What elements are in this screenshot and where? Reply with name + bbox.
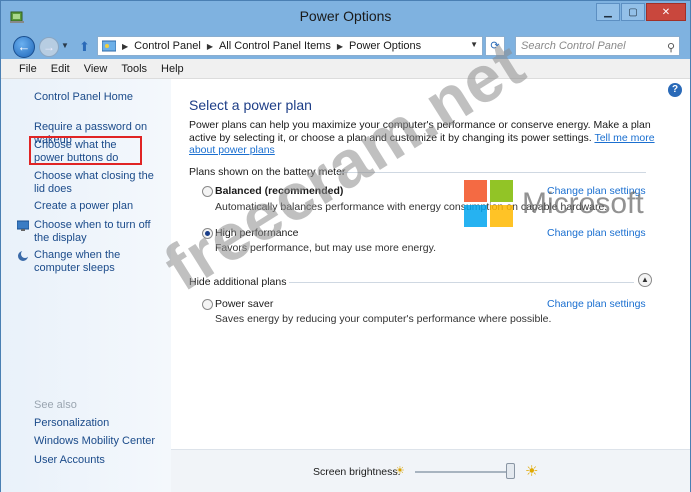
menu-file[interactable]: File (19, 63, 37, 75)
plan-name-power-saver[interactable]: Power saver (215, 298, 273, 310)
plan-desc-power-saver: Saves energy by reducing your computer's… (215, 313, 552, 325)
balanced-radio[interactable] (202, 186, 213, 197)
window-title: Power Options (299, 8, 392, 24)
microsoft-logo-icon (464, 180, 516, 230)
brightness-slider-thumb[interactable] (505, 463, 515, 479)
display-shield-icon (17, 220, 29, 231)
sidebar-computer-sleeps[interactable]: Change when the computer sleeps (34, 249, 159, 275)
window-controls: ▁ ▢ ✕ (596, 3, 686, 21)
title-bar: Power Options ▁ ▢ ✕ (1, 1, 690, 33)
dim-sun-icon: ☀ (395, 465, 405, 477)
page-title: Select a power plan (189, 97, 312, 113)
breadcrumb-all-items[interactable]: All Control Panel Items (219, 40, 331, 52)
close-button[interactable]: ✕ (646, 3, 686, 21)
sidebar-personalization[interactable]: Personalization (34, 417, 166, 430)
back-button[interactable]: ← (13, 36, 35, 58)
breadcrumb-power-options[interactable]: Power Options (349, 40, 421, 52)
sidebar: Control Panel Home Require a password on… (1, 79, 171, 492)
highlight-box (29, 136, 142, 165)
sidebar-mobility-center[interactable]: Windows Mobility Center (34, 435, 166, 448)
breadcrumb-separator-icon: ▶ (122, 41, 129, 51)
breadcrumb-separator-icon: ▶ (336, 41, 344, 51)
section-divider (289, 282, 634, 283)
maximize-button[interactable]: ▢ (621, 3, 645, 21)
sidebar-control-panel-home[interactable]: Control Panel Home (34, 91, 166, 104)
change-plan-settings-power-saver[interactable]: Change plan settings (547, 298, 646, 310)
sidebar-create-power-plan[interactable]: Create a power plan (34, 200, 166, 213)
control-panel-icon (102, 40, 116, 52)
breadcrumb-control-panel[interactable]: Control Panel (134, 40, 201, 52)
sidebar-turn-off-display[interactable]: Choose when to turn off the display (34, 219, 159, 245)
collapse-chevron-up-icon[interactable]: ▲ (638, 273, 652, 287)
search-input[interactable]: Search Control Panel ⚲ (515, 36, 680, 56)
search-icon[interactable]: ⚲ (667, 39, 675, 57)
address-bar[interactable]: ▶ Control Panel ▶ All Control Panel Item… (97, 36, 483, 56)
power-options-window: Power Options ▁ ▢ ✕ ← → ▼ ⬆ ▶ Control Pa… (0, 0, 691, 492)
navigation-bar: ← → ▼ ⬆ ▶ Control Panel ▶ All Control Pa… (1, 33, 690, 59)
microsoft-watermark: Microsoft (522, 187, 644, 220)
recent-pages-dropdown-icon[interactable]: ▼ (61, 41, 69, 50)
brightness-slider-track[interactable] (415, 471, 515, 473)
search-placeholder: Search Control Panel (521, 40, 626, 52)
change-plan-settings-high-performance[interactable]: Change plan settings (547, 227, 646, 239)
screen-brightness-label: Screen brightness: (313, 466, 401, 478)
sidebar-user-accounts[interactable]: User Accounts (34, 454, 166, 467)
menu-edit[interactable]: Edit (51, 63, 70, 75)
menu-bar: File Edit View Tools Help (1, 59, 690, 79)
breadcrumb-separator-icon: ▶ (206, 41, 213, 51)
bright-sun-icon: ☀ (525, 463, 539, 480)
menu-view[interactable]: View (84, 63, 108, 75)
sidebar-closing-lid[interactable]: Choose what closing the lid does (34, 170, 159, 196)
power-saver-radio[interactable] (202, 299, 213, 310)
forward-button[interactable]: → (39, 37, 59, 57)
minimize-button[interactable]: ▁ (596, 3, 620, 21)
up-arrow-icon[interactable]: ⬆ (79, 39, 90, 55)
brightness-bar: Screen brightness: ☀ ☀ (171, 449, 690, 492)
menu-help[interactable]: Help (161, 63, 184, 75)
moon-icon (18, 250, 29, 261)
see-also-label: See also (34, 399, 77, 411)
help-icon[interactable]: ? (668, 83, 682, 97)
menu-tools[interactable]: Tools (121, 63, 147, 75)
